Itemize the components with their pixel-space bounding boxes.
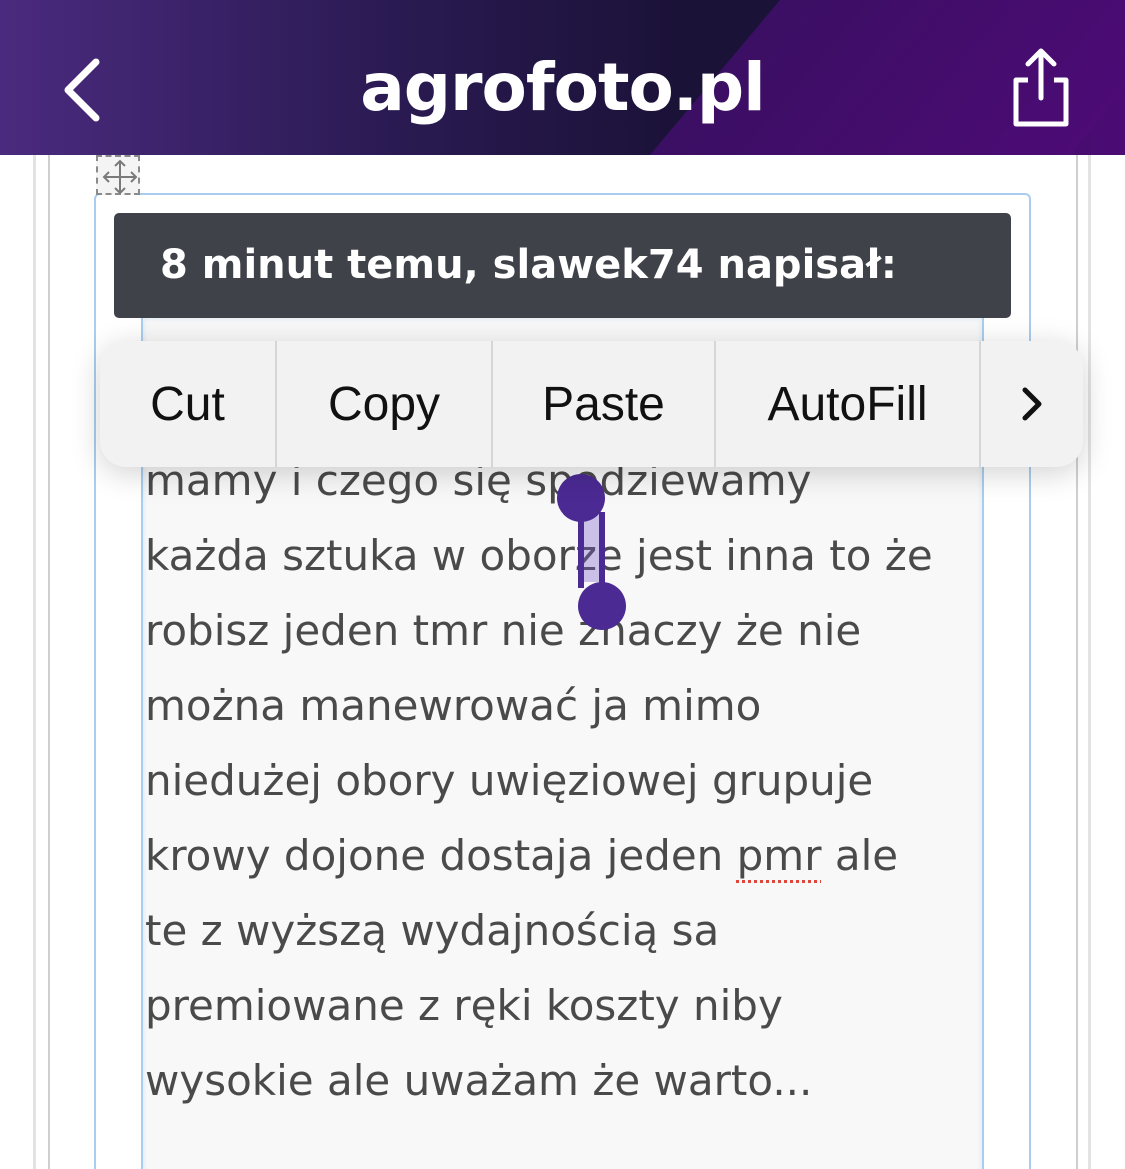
site-logo[interactable]: agrofoto.pl: [0, 48, 1125, 128]
quote-line-text: ale: [821, 831, 899, 880]
misspelled-word[interactable]: pmr: [737, 831, 822, 880]
selection-end-handle[interactable]: [578, 582, 626, 630]
edit-context-menu: Cut Copy Paste AutoFill: [100, 341, 1083, 467]
paste-menu-item[interactable]: Paste: [493, 341, 716, 467]
cut-menu-item[interactable]: Cut: [100, 341, 277, 467]
quote-line: premiowane z ręki koszty niby: [145, 981, 783, 1030]
quote-text[interactable]: mamy i czego się spodziewamy każda sztuk…: [145, 443, 975, 1118]
quote-line: można manewrować ja mimo: [145, 681, 762, 730]
quote-header: 8 minut temu, slawek74 napisał:: [114, 213, 1011, 318]
share-button[interactable]: [1000, 46, 1080, 130]
quote-line: krowy dojone dostaja jeden pmr ale: [145, 818, 975, 893]
share-icon: [1013, 48, 1069, 127]
quote-line: niedużej obory uwięziowej grupuje: [145, 756, 874, 805]
quote-author-line: 8 minut temu, slawek74 napisał:: [160, 242, 897, 288]
chevron-right-icon: [1022, 387, 1042, 421]
quote-line: te z wyższą wydajnością sa: [145, 906, 720, 955]
copy-menu-item[interactable]: Copy: [277, 341, 493, 467]
quote-line: każda sztuka w oborze jest inna to że: [145, 531, 933, 580]
quote-line: wysokie ale uważam że warto...: [145, 1056, 813, 1105]
move-handle[interactable]: [96, 155, 140, 195]
autofill-menu-item[interactable]: AutoFill: [716, 341, 981, 467]
app-header: agrofoto.pl: [0, 0, 1125, 155]
selection-start-handle[interactable]: [557, 474, 605, 522]
quote-line: robisz jeden tmr nie znaczy że nie: [145, 606, 862, 655]
move-icon: [102, 159, 138, 195]
quote-line-text: krowy dojone dostaja jeden: [145, 831, 737, 880]
more-options-button[interactable]: [981, 341, 1083, 467]
